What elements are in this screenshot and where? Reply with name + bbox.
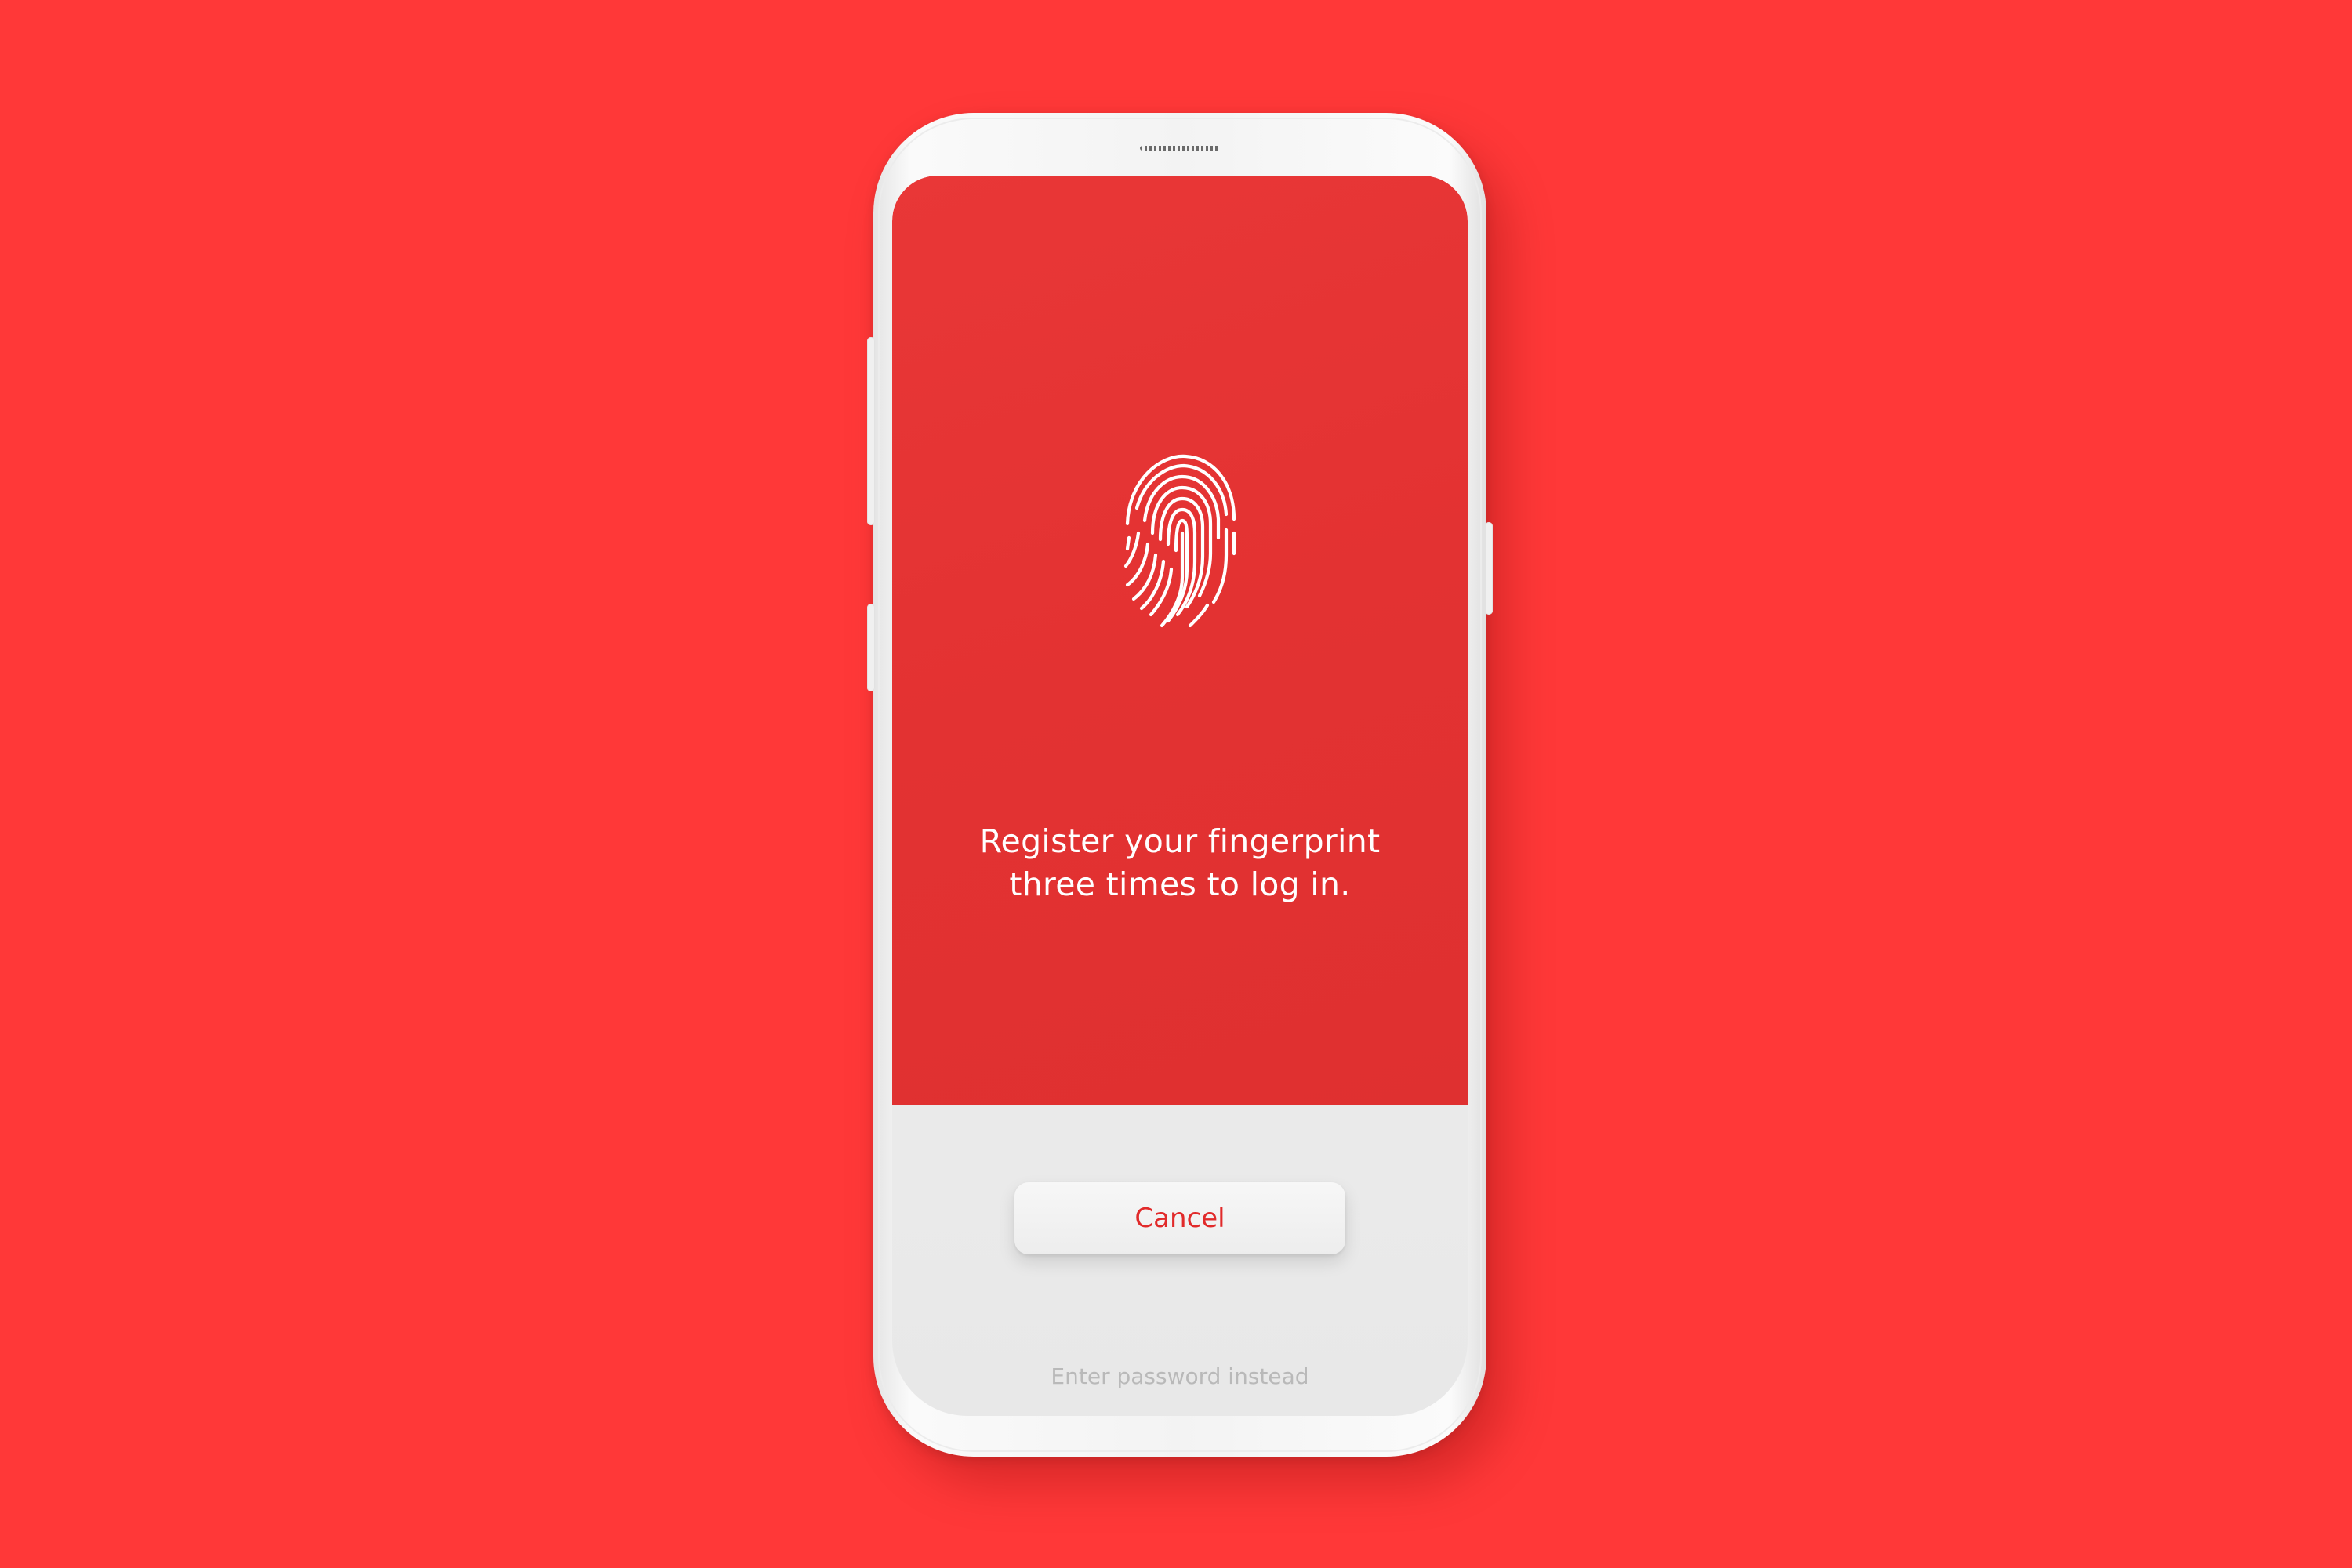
power-button: [1485, 522, 1493, 615]
enter-password-link[interactable]: Enter password instead: [892, 1363, 1468, 1389]
fingerprint-prompt-panel: Register your fingerprint three times to…: [892, 176, 1468, 1105]
assistant-button: [867, 604, 875, 691]
volume-button: [867, 337, 875, 525]
phone-device: Register your fingerprint three times to…: [867, 113, 1493, 1457]
instruction-line-2: three times to log in.: [1009, 866, 1351, 903]
phone-screen: Register your fingerprint three times to…: [892, 176, 1468, 1416]
earpiece-speaker: [1140, 146, 1220, 151]
instruction-line-1: Register your fingerprint: [979, 822, 1381, 860]
instruction-text: Register your fingerprint three times to…: [892, 820, 1468, 906]
cancel-button[interactable]: Cancel: [1014, 1182, 1345, 1254]
fingerprint-icon: [1123, 454, 1236, 628]
